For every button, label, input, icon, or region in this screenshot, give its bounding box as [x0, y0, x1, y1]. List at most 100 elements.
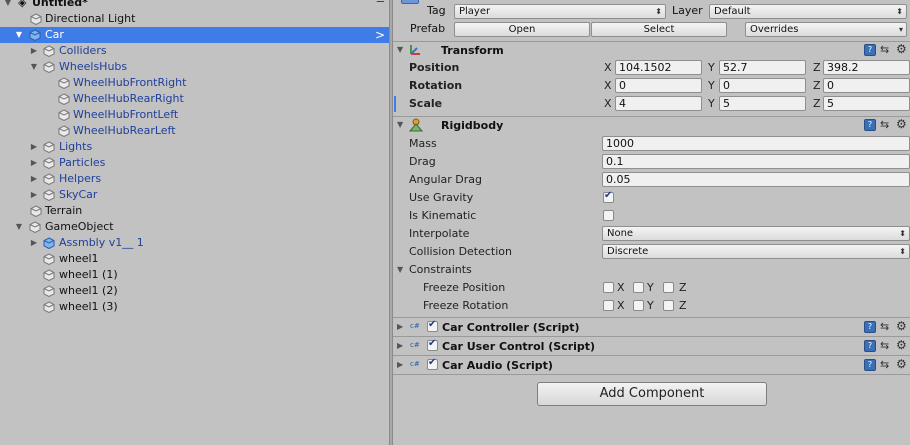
- collapse-arrow-icon[interactable]: ▼: [397, 45, 403, 54]
- expand-arrow-icon[interactable]: ▶: [29, 187, 39, 203]
- overrides-dropdown[interactable]: Overrides ▾: [745, 22, 907, 37]
- script-header-car-user-control[interactable]: ▶ c# Car User Control (Script) ? ⇆ ⚙: [393, 336, 910, 355]
- is-kinematic-checkbox[interactable]: [603, 210, 614, 221]
- freeze-rotation-y-checkbox[interactable]: [633, 300, 644, 311]
- position-z-label[interactable]: Z: [813, 61, 821, 74]
- select-prefab-button[interactable]: Select: [591, 22, 727, 37]
- expand-arrow-icon[interactable]: ▶: [397, 360, 403, 369]
- scale-x-field[interactable]: 4: [615, 96, 702, 111]
- help-book-icon[interactable]: ?: [864, 44, 876, 56]
- collision-detection-dropdown[interactable]: Discrete ⬍: [602, 244, 910, 259]
- presets-icon[interactable]: ⇆: [880, 320, 889, 333]
- scale-y-label[interactable]: Y: [708, 97, 715, 110]
- position-x-field[interactable]: 104.1502: [615, 60, 702, 75]
- freeze-position-x-checkbox[interactable]: [603, 282, 614, 293]
- position-y-field[interactable]: 52.7: [719, 60, 806, 75]
- hierarchy-item-wheel1-2[interactable]: wheel1 (2): [0, 283, 389, 299]
- rotation-x-label[interactable]: X: [604, 79, 612, 92]
- add-component-button[interactable]: Add Component: [537, 382, 767, 406]
- csharp-script-icon: c#: [410, 322, 420, 330]
- component-enabled-checkbox[interactable]: [427, 338, 438, 351]
- expand-arrow-icon[interactable]: ▶: [29, 171, 39, 187]
- component-enabled-checkbox[interactable]: [427, 319, 438, 332]
- collapse-arrow-icon[interactable]: ▼: [397, 120, 403, 129]
- rotation-z-field[interactable]: 0: [823, 78, 910, 93]
- rotation-z-label[interactable]: Z: [813, 79, 821, 92]
- hierarchy-item-helpers[interactable]: ▶ Helpers: [0, 171, 389, 187]
- hierarchy-item-wheelhub-rear-left[interactable]: WheelHubRearLeft: [0, 123, 389, 139]
- rotation-y-field[interactable]: 0: [719, 78, 806, 93]
- hierarchy-item-directional-light[interactable]: Directional Light: [0, 11, 389, 27]
- gear-icon[interactable]: ⚙: [896, 319, 907, 333]
- collapse-arrow-icon[interactable]: ▼: [29, 59, 39, 75]
- freeze-rotation-z-checkbox[interactable]: [663, 300, 674, 311]
- scale-x-label[interactable]: X: [604, 97, 612, 110]
- transform-header[interactable]: ▼ Transform ? ⇆ ⚙: [393, 41, 910, 59]
- hierarchy-item-lights[interactable]: ▶ Lights: [0, 139, 389, 155]
- hierarchy-item-wheel1-1[interactable]: wheel1 (1): [0, 267, 389, 283]
- hierarchy-item-wheelhub-front-left[interactable]: WheelHubFrontLeft: [0, 107, 389, 123]
- hierarchy-item-wheelshubs[interactable]: ▼ WheelsHubs: [0, 59, 389, 75]
- collapse-arrow-icon[interactable]: ▼: [3, 0, 13, 11]
- presets-icon[interactable]: ⇆: [880, 43, 889, 56]
- presets-icon[interactable]: ⇆: [880, 339, 889, 352]
- expand-arrow-icon[interactable]: ▶: [29, 155, 39, 171]
- component-enabled-checkbox[interactable]: [427, 357, 438, 370]
- collapse-arrow-icon[interactable]: ▼: [14, 27, 24, 43]
- collapse-arrow-icon[interactable]: ▼: [14, 219, 24, 235]
- position-x-label[interactable]: X: [604, 61, 612, 74]
- script-header-car-audio[interactable]: ▶ c# Car Audio (Script) ? ⇆ ⚙: [393, 355, 910, 374]
- csharp-script-icon: c#: [410, 341, 420, 349]
- presets-icon[interactable]: ⇆: [880, 358, 889, 371]
- hierarchy-item-wheelhub-rear-right[interactable]: WheelHubRearRight: [0, 91, 389, 107]
- hierarchy-item-gameobject[interactable]: ▼ GameObject: [0, 219, 389, 235]
- hierarchy-item-car[interactable]: ▼ Car >: [0, 27, 389, 43]
- scale-z-label[interactable]: Z: [813, 97, 821, 110]
- angular-drag-field[interactable]: 0.05: [602, 172, 910, 187]
- scale-z-field[interactable]: 5: [823, 96, 910, 111]
- position-z-field[interactable]: 398.2: [823, 60, 910, 75]
- chevron-right-icon[interactable]: >: [375, 27, 385, 43]
- use-gravity-checkbox[interactable]: [603, 190, 614, 203]
- position-y-label[interactable]: Y: [708, 61, 715, 74]
- layer-dropdown[interactable]: Default ⬍: [709, 4, 907, 19]
- interpolate-dropdown[interactable]: None ⬍: [602, 226, 910, 241]
- hierarchy-item-wheelhub-front-right[interactable]: WheelHubFrontRight: [0, 75, 389, 91]
- help-book-icon[interactable]: ?: [864, 340, 876, 352]
- gear-icon[interactable]: ⚙: [896, 357, 907, 371]
- expand-arrow-icon[interactable]: ▶: [397, 322, 403, 331]
- freeze-rotation-x-checkbox[interactable]: [603, 300, 614, 311]
- expand-arrow-icon[interactable]: ▶: [29, 139, 39, 155]
- hierarchy-item-wheel1-3[interactable]: wheel1 (3): [0, 299, 389, 315]
- help-book-icon[interactable]: ?: [864, 119, 876, 131]
- menu-icon[interactable]: ☰: [376, 0, 385, 8]
- gear-icon[interactable]: ⚙: [896, 117, 907, 131]
- collapse-arrow-icon[interactable]: ▼: [397, 265, 403, 274]
- open-prefab-button[interactable]: Open: [454, 22, 590, 37]
- rotation-y-label[interactable]: Y: [708, 79, 715, 92]
- scale-y-field[interactable]: 5: [719, 96, 806, 111]
- expand-arrow-icon[interactable]: ▶: [29, 43, 39, 59]
- hierarchy-item-skycar[interactable]: ▶ SkyCar: [0, 187, 389, 203]
- gear-icon[interactable]: ⚙: [896, 338, 907, 352]
- hierarchy-item-wheel1[interactable]: wheel1: [0, 251, 389, 267]
- rigidbody-header[interactable]: ▼ Rigidbody ? ⇆ ⚙: [393, 116, 910, 134]
- hierarchy-item-terrain[interactable]: Terrain: [0, 203, 389, 219]
- scene-row[interactable]: ▼ ◈ Untitled* ☰: [0, 0, 389, 11]
- freeze-position-z-checkbox[interactable]: [663, 282, 674, 293]
- expand-arrow-icon[interactable]: ▶: [397, 341, 403, 350]
- freeze-position-y-checkbox[interactable]: [633, 282, 644, 293]
- presets-icon[interactable]: ⇆: [880, 118, 889, 131]
- hierarchy-item-assmbly[interactable]: ▶ Assmbly v1__ 1: [0, 235, 389, 251]
- gear-icon[interactable]: ⚙: [896, 42, 907, 56]
- mass-field[interactable]: 1000: [602, 136, 910, 151]
- help-book-icon[interactable]: ?: [864, 321, 876, 333]
- help-book-icon[interactable]: ?: [864, 359, 876, 371]
- expand-arrow-icon[interactable]: ▶: [29, 235, 39, 251]
- rotation-x-field[interactable]: 0: [615, 78, 702, 93]
- tag-dropdown[interactable]: Player ⬍: [454, 4, 666, 19]
- hierarchy-item-colliders[interactable]: ▶ Colliders: [0, 43, 389, 59]
- drag-field[interactable]: 0.1: [602, 154, 910, 169]
- hierarchy-item-particles[interactable]: ▶ Particles: [0, 155, 389, 171]
- script-header-car-controller[interactable]: ▶ c# Car Controller (Script) ? ⇆ ⚙: [393, 317, 910, 336]
